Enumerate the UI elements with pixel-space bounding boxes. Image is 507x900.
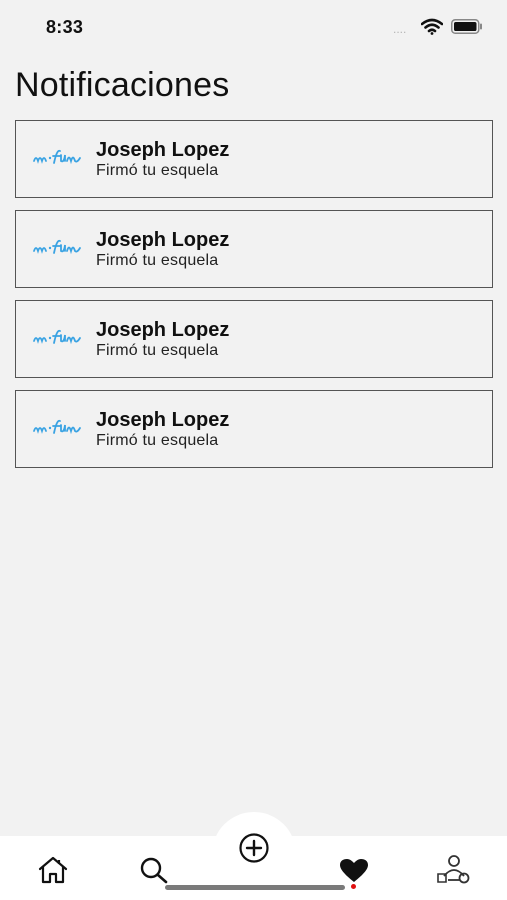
- heart-icon: [340, 859, 368, 882]
- notification-action: Firmó tu esquela: [96, 342, 219, 359]
- tab-search[interactable]: [139, 856, 169, 884]
- notification-action: Firmó tu esquela: [96, 252, 219, 269]
- app-logo: [33, 329, 81, 345]
- battery-icon: [451, 19, 482, 34]
- notification-item[interactable]: Joseph Lopez Firmó tu esquela: [15, 390, 493, 468]
- status-time: 8:33: [46, 17, 84, 37]
- tab-profile[interactable]: [436, 854, 472, 884]
- app-logo: [33, 239, 81, 255]
- home-indicator: [165, 885, 345, 890]
- notification-name: Joseph Lopez: [96, 319, 230, 341]
- status-bar: 8:33 ....: [0, 0, 507, 52]
- plus-circle-icon: [239, 833, 269, 863]
- notification-item[interactable]: Joseph Lopez Firmó tu esquela: [15, 300, 493, 378]
- home-icon: [38, 856, 68, 884]
- create-button[interactable]: [212, 812, 296, 896]
- wifi-icon: [421, 18, 443, 35]
- search-icon: [140, 857, 168, 884]
- notification-badge: [351, 884, 356, 889]
- tab-favorites[interactable]: [339, 858, 369, 889]
- notification-item[interactable]: Joseph Lopez Firmó tu esquela: [15, 120, 493, 198]
- notification-name: Joseph Lopez: [96, 139, 230, 161]
- page-title: Notificaciones: [15, 66, 230, 104]
- profile-icon: [437, 855, 470, 884]
- notification-name: Joseph Lopez: [96, 229, 230, 251]
- notification-action: Firmó tu esquela: [96, 162, 219, 179]
- notification-action: Firmó tu esquela: [96, 432, 219, 449]
- app-logo: [33, 149, 81, 165]
- notification-item[interactable]: Joseph Lopez Firmó tu esquela: [15, 210, 493, 288]
- signal-icon: ....: [393, 22, 407, 36]
- app-logo: [33, 419, 81, 435]
- notification-list: Joseph Lopez Firmó tu esquela Joseph Lop…: [15, 120, 493, 480]
- notification-name: Joseph Lopez: [96, 409, 230, 431]
- tab-home[interactable]: [37, 856, 69, 884]
